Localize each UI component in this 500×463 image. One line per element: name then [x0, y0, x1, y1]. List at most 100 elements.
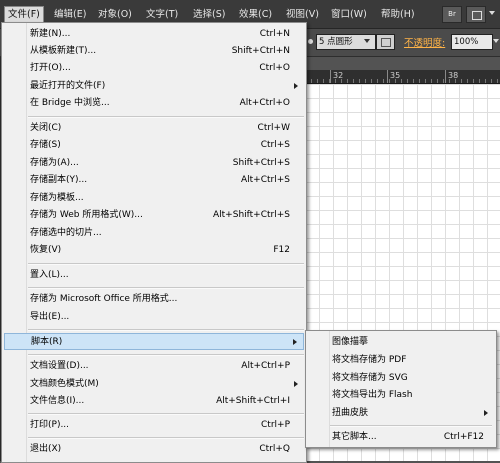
menu-item-label: 扭曲皮肤: [332, 408, 369, 418]
graphic-style-button[interactable]: [376, 34, 395, 50]
menu-item-new-from-template[interactable]: 从模板新建(T)... Shift+Ctrl+N: [4, 43, 304, 59]
menu-item-save-for-office[interactable]: 存储为 Microsoft Office 所用格式...: [4, 291, 304, 307]
opacity-input[interactable]: 100%: [451, 34, 493, 50]
menu-item-revert[interactable]: 恢复(V) F12: [4, 242, 304, 258]
menu-item-file-info[interactable]: 文件信息(I)... Alt+Shift+Ctrl+I: [4, 393, 304, 409]
submenu-item-export-flash[interactable]: 将文档导出为 Flash: [308, 387, 494, 403]
menu-item-close[interactable]: 关闭(C) Ctrl+W: [4, 120, 304, 136]
chevron-down-icon[interactable]: [489, 11, 495, 15]
menu-item-label: 存储为模板...: [30, 193, 84, 203]
chevron-down-icon[interactable]: [364, 39, 370, 43]
menu-item-document-setup[interactable]: 文档设置(D)... Alt+Ctrl+P: [4, 358, 304, 374]
submenu-arrow-icon: [294, 381, 298, 387]
menu-separator: [28, 413, 304, 415]
menu-type[interactable]: 文字(T): [143, 7, 181, 22]
opacity-label[interactable]: 不透明度:: [404, 35, 445, 49]
menu-item-exit[interactable]: 退出(X) Ctrl+Q: [4, 441, 304, 457]
menu-item-label: 打开(O)...: [30, 63, 71, 73]
submenu-arrow-icon: [293, 339, 297, 345]
menu-item-open[interactable]: 打开(O)... Ctrl+O: [4, 60, 304, 76]
menu-item-label: 退出(X): [30, 444, 62, 454]
menu-object[interactable]: 对象(O): [95, 7, 135, 22]
arrange-icon: [472, 11, 482, 20]
menu-edit[interactable]: 编辑(E): [51, 7, 89, 22]
chevron-right-icon[interactable]: [493, 39, 499, 43]
ruler-major-tick: [330, 70, 331, 83]
menu-item-export[interactable]: 导出(E)...: [4, 309, 304, 325]
menu-item-save[interactable]: 存储(S) Ctrl+S: [4, 137, 304, 153]
menu-item-label: 文档设置(D)...: [30, 361, 89, 371]
menu-item-place[interactable]: 置入(L)...: [4, 267, 304, 283]
menu-item-label: 其它脚本...: [332, 432, 377, 442]
menu-separator: [330, 425, 492, 427]
submenu-item-distort-skin[interactable]: 扭曲皮肤: [308, 405, 494, 421]
menu-item-print[interactable]: 打印(P)... Ctrl+P: [4, 417, 304, 433]
menu-window[interactable]: 窗口(W): [328, 7, 370, 22]
menu-item-label: 文档颜色模式(M): [30, 379, 99, 389]
menu-item-shortcut: Ctrl+O: [259, 63, 290, 73]
menu-item-save-copy[interactable]: 存储副本(Y)... Alt+Ctrl+S: [4, 172, 304, 188]
menu-item-open-recent[interactable]: 最近打开的文件(F): [4, 78, 304, 94]
menu-item-shortcut: Alt+Ctrl+O: [239, 98, 290, 108]
ruler-major-tick: [387, 70, 388, 83]
menu-separator: [28, 354, 304, 356]
menu-item-label: 打印(P)...: [30, 420, 70, 430]
menu-item-label: 图像描摹: [332, 337, 369, 347]
menu-item-label: 从模板新建(T)...: [30, 46, 97, 56]
arrange-documents-button[interactable]: [466, 6, 486, 23]
menu-item-label: 将文档存储为 SVG: [332, 373, 408, 383]
menu-item-shortcut: Alt+Shift+Ctrl+I: [216, 396, 290, 406]
menu-item-label: 置入(L)...: [30, 270, 69, 280]
menu-item-label: 将文档存储为 PDF: [332, 355, 407, 365]
ruler-major-tick: [445, 70, 446, 83]
submenu-item-save-as-svg[interactable]: 将文档存储为 SVG: [308, 370, 494, 386]
menu-select[interactable]: 选择(S): [190, 7, 228, 22]
menu-item-label: 新建(N)...: [30, 29, 71, 39]
menu-item-shortcut: Ctrl+Q: [259, 444, 290, 454]
menu-item-shortcut: Ctrl+N: [259, 29, 290, 39]
menu-item-shortcut: F12: [273, 245, 290, 255]
menu-item-shortcut: Shift+Ctrl+S: [232, 158, 290, 168]
menu-item-shortcut: Alt+Ctrl+S: [241, 175, 290, 185]
menu-item-label: 在 Bridge 中浏览...: [30, 98, 110, 108]
menu-item-save-as[interactable]: 存储为(A)... Shift+Ctrl+S: [4, 155, 304, 171]
menu-item-scripts[interactable]: 脚本(R): [4, 333, 304, 350]
menu-file[interactable]: 文件(F): [4, 6, 44, 23]
menu-item-label: 存储为 Web 所用格式(W)...: [30, 210, 143, 220]
menu-item-save-for-web[interactable]: 存储为 Web 所用格式(W)... Alt+Shift+Ctrl+S: [4, 207, 304, 223]
menu-item-label: 存储为 Microsoft Office 所用格式...: [30, 294, 178, 304]
ruler-label: 32: [333, 71, 344, 80]
bridge-button[interactable]: Br: [442, 6, 462, 23]
menu-help[interactable]: 帮助(H): [378, 7, 418, 22]
menu-item-shortcut: Alt+Shift+Ctrl+S: [213, 210, 290, 220]
menu-item-label: 最近打开的文件(F): [30, 81, 106, 91]
submenu-arrow-icon: [294, 83, 298, 89]
menu-item-save-as-template[interactable]: 存储为模板...: [4, 190, 304, 206]
menu-item-shortcut: Ctrl+S: [260, 140, 290, 150]
menu-item-label: 脚本(R): [31, 337, 63, 347]
menu-item-label: 存储选中的切片...: [30, 228, 102, 238]
scripts-submenu: 图像描摹 将文档存储为 PDF 将文档存储为 SVG 将文档导出为 Flash …: [305, 330, 497, 448]
menu-item-label: 恢复(V): [30, 245, 62, 255]
ruler-label: 38: [448, 71, 459, 80]
style-icon: [381, 38, 391, 47]
menu-item-save-selected-slices[interactable]: 存储选中的切片...: [4, 225, 304, 241]
menu-separator: [28, 287, 304, 289]
submenu-item-other-script[interactable]: 其它脚本... Ctrl+F12: [308, 429, 494, 445]
menu-separator: [28, 116, 304, 118]
menu-item-label: 存储副本(Y)...: [30, 175, 88, 185]
menu-separator: [28, 437, 304, 439]
menu-item-label: 存储(S): [30, 140, 61, 150]
menu-item-shortcut: Ctrl+F12: [443, 432, 484, 442]
submenu-arrow-icon: [484, 410, 488, 416]
menu-item-new[interactable]: 新建(N)... Ctrl+N: [4, 26, 304, 42]
menu-item-document-color-mode[interactable]: 文档颜色模式(M): [4, 376, 304, 392]
menu-item-label: 文件信息(I)...: [30, 396, 85, 406]
submenu-item-save-as-pdf[interactable]: 将文档存储为 PDF: [308, 352, 494, 368]
submenu-item-image-trace[interactable]: 图像描摹: [308, 334, 494, 350]
menu-effect[interactable]: 效果(C): [236, 7, 275, 22]
menu-view[interactable]: 视图(V): [283, 7, 322, 22]
ruler-label: 35: [390, 71, 401, 80]
menu-item-browse-in-bridge[interactable]: 在 Bridge 中浏览... Alt+Ctrl+O: [4, 95, 304, 111]
menu-item-shortcut: Ctrl+P: [261, 420, 290, 430]
